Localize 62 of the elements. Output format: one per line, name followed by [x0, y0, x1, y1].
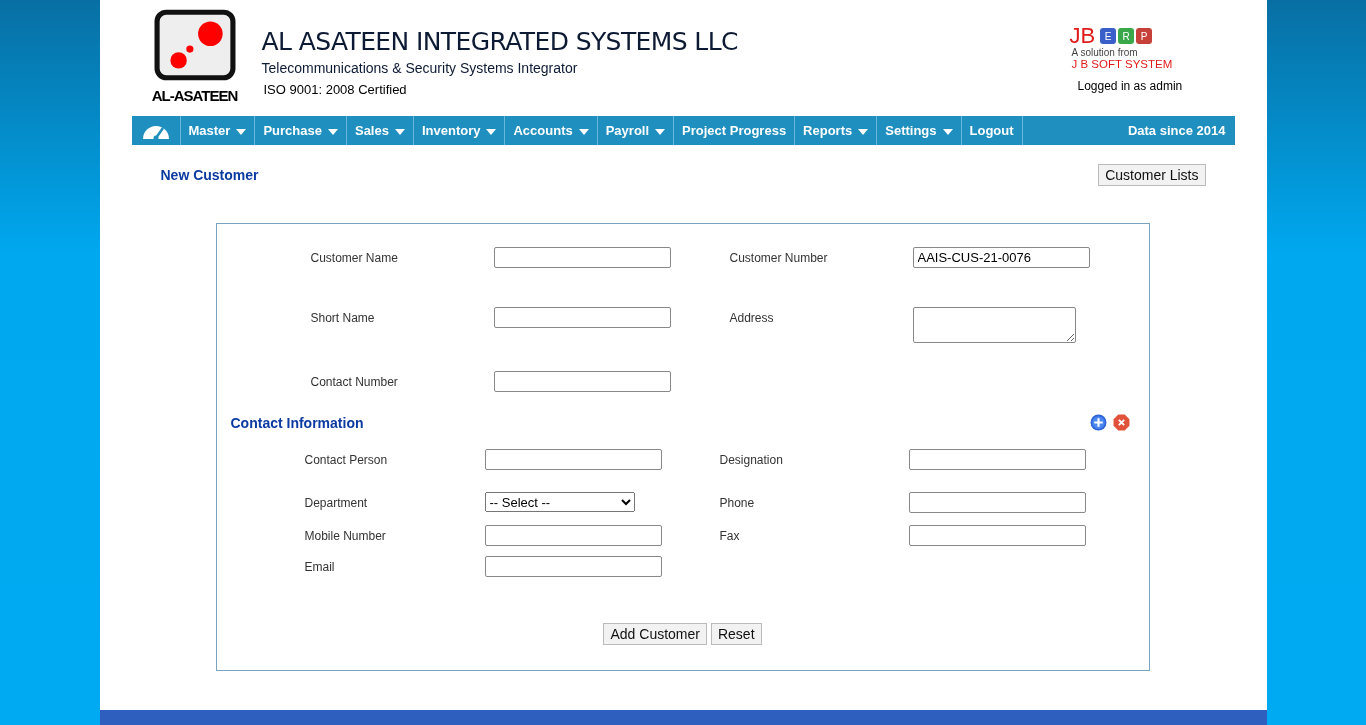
- logo-caption: AL-ASATEEN: [151, 87, 238, 104]
- field-label: Fax: [719, 527, 741, 545]
- field-label: Customer Number: [729, 249, 829, 267]
- caret-icon: [327, 129, 338, 135]
- field-label: Address: [729, 309, 775, 327]
- caret-icon: [236, 129, 247, 135]
- address-field[interactable]: [912, 307, 1076, 343]
- add-customer-button[interactable]: Add Customer: [603, 623, 707, 645]
- erp-tile: P: [1136, 28, 1153, 44]
- erp-tile: E: [1100, 28, 1117, 44]
- logo-icon: [153, 9, 236, 81]
- section-title: Contact Information: [230, 414, 364, 431]
- text-field[interactable]: [493, 247, 671, 268]
- erp-vendor: J B SOFT SYSTEM: [1071, 58, 1174, 70]
- caret-icon: [858, 129, 869, 135]
- text-field[interactable]: [484, 556, 662, 577]
- field-label: Designation: [719, 451, 784, 469]
- nav-menu-item[interactable]: Inventory: [413, 116, 506, 145]
- nav-menu-item[interactable]: Settings: [877, 116, 962, 145]
- text-field[interactable]: [493, 371, 671, 392]
- field-label: Short Name: [310, 309, 376, 327]
- field-label: Mobile Number: [304, 527, 387, 545]
- text-field[interactable]: [484, 449, 662, 470]
- erp-tile: R: [1118, 28, 1135, 44]
- company-name: AL ASATEEN INTEGRATED SYSTEMS LLC: [261, 27, 738, 56]
- erp-brand: JB: [1069, 25, 1096, 47]
- nav-menu-item[interactable]: Logout: [961, 116, 1023, 145]
- caret-icon: [486, 129, 497, 135]
- field-label: Email: [304, 558, 336, 576]
- delete-icon[interactable]: [1112, 414, 1130, 431]
- nav-menu-item[interactable]: Project Progress: [674, 116, 796, 145]
- field-label: Phone: [719, 494, 756, 512]
- page-title: New Customer: [160, 167, 259, 183]
- caret-icon: [655, 129, 666, 135]
- nav-menu-item[interactable]: Purchase: [255, 116, 347, 145]
- data-since-text: Data since 2014: [1127, 123, 1227, 138]
- certification-text: ISO 9001: 2008 Certified: [263, 82, 408, 97]
- company-tagline: Telecommunications & Security Systems Integrator: [261, 60, 579, 76]
- add-icon[interactable]: [1089, 414, 1107, 431]
- text-field[interactable]: [493, 307, 671, 328]
- text-field[interactable]: [908, 492, 1086, 513]
- text-field[interactable]: [484, 525, 662, 546]
- text-field[interactable]: AAIS-CUS-21-0076: [912, 247, 1090, 268]
- field-label: Contact Number: [310, 373, 399, 391]
- customer-lists-button[interactable]: Customer Lists: [1098, 164, 1206, 186]
- caret-icon: [942, 129, 953, 135]
- caret-icon: [578, 129, 589, 135]
- nav-menu-item[interactable]: Reports: [795, 116, 878, 145]
- department-dropdown[interactable]: -- Select --: [484, 492, 635, 512]
- nav-menu-item[interactable]: Master: [180, 116, 256, 145]
- field-label: Customer Name: [310, 249, 399, 267]
- field-label: Department: [304, 494, 369, 512]
- erp-subtitle: A solution from: [1071, 47, 1139, 58]
- reset-button[interactable]: Reset: [710, 623, 762, 645]
- login-status: Logged in as admin: [1077, 79, 1184, 93]
- nav-menu-item[interactable]: Accounts: [505, 116, 598, 145]
- field-label: Contact Person: [304, 451, 389, 469]
- caret-icon: [394, 129, 405, 135]
- nav-menu-item[interactable]: Sales: [346, 116, 414, 145]
- text-field[interactable]: [908, 525, 1086, 546]
- nav-menu-item[interactable]: Payroll: [597, 116, 675, 145]
- text-field[interactable]: [908, 449, 1086, 470]
